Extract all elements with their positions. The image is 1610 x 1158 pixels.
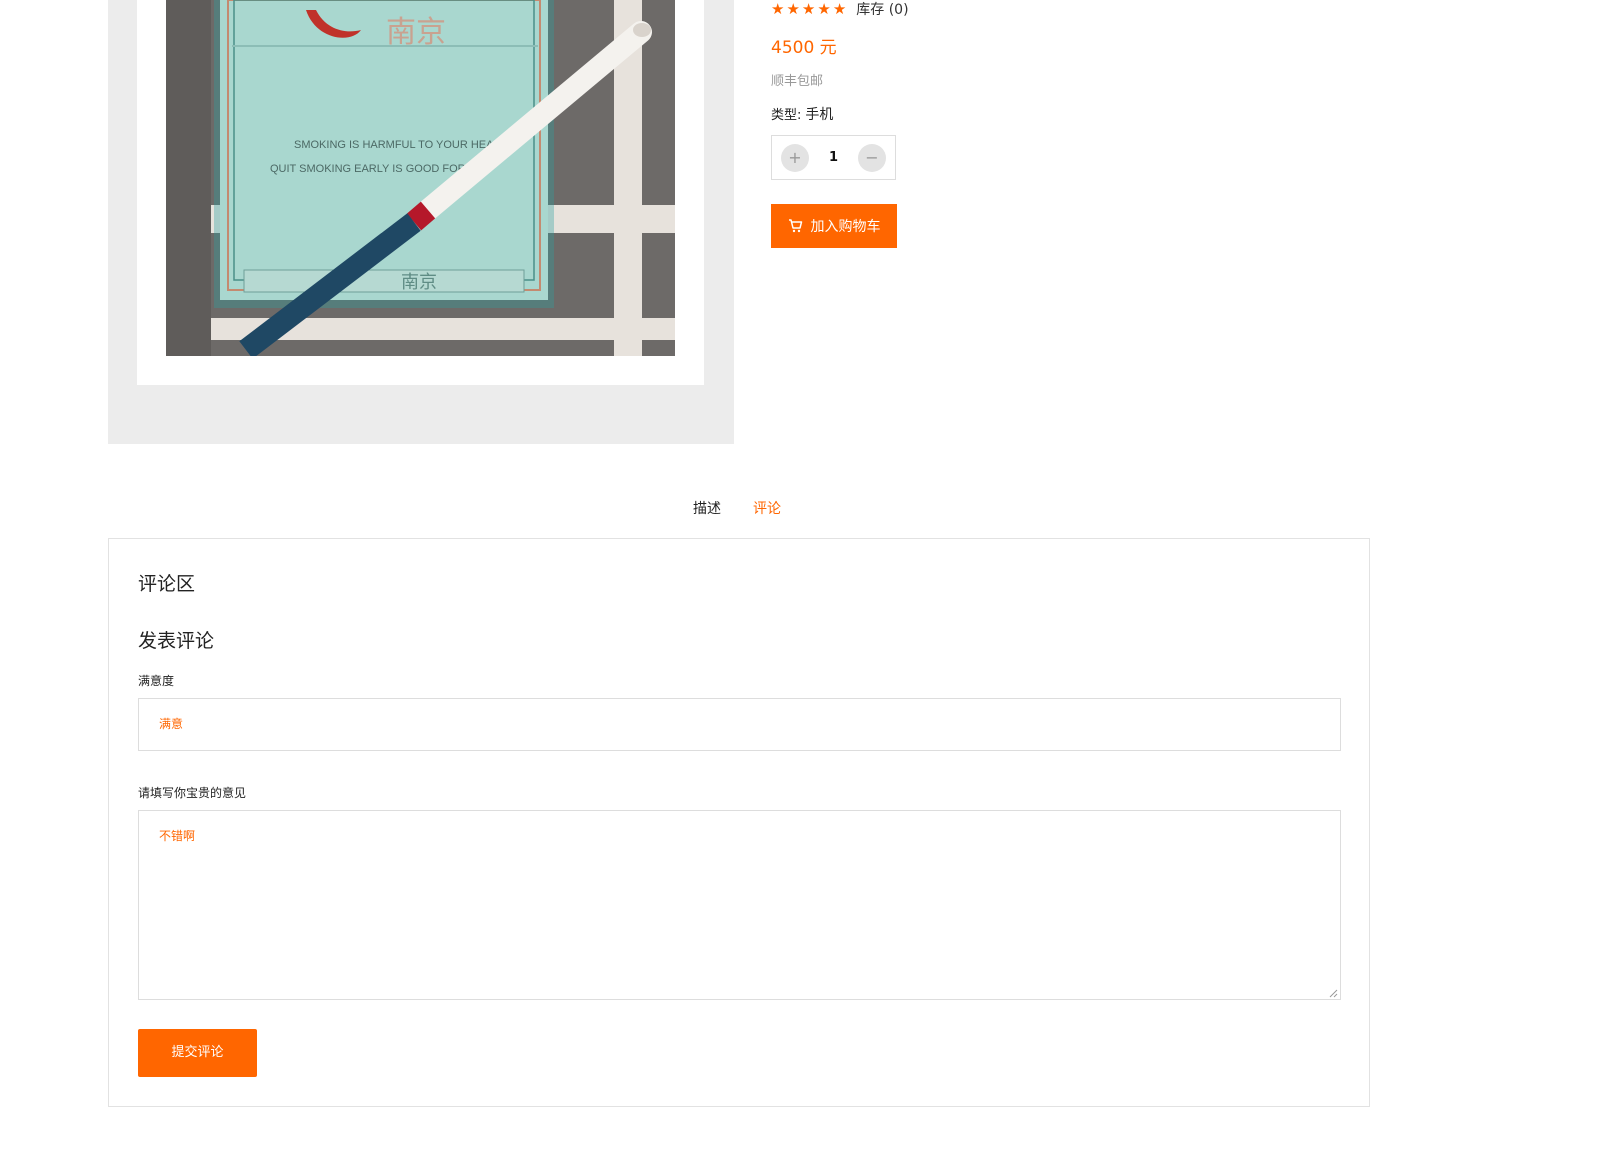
star-icon: ★: [771, 0, 785, 18]
opinion-label: 请填写你宝贵的意见: [138, 786, 247, 800]
review-form-title: 发表评论: [138, 630, 215, 652]
product-tabs: 描述 评论: [693, 498, 781, 518]
star-icon: ★: [786, 0, 800, 18]
stock-count: (0): [888, 2, 909, 18]
quantity-stepper: + 1 −: [771, 135, 896, 180]
type-label: 类型:: [771, 108, 802, 123]
star-icon: ★: [817, 0, 831, 18]
tab-reviews[interactable]: 评论: [753, 498, 781, 518]
product-image[interactable]: 南京 SMOKING IS HARMFUL TO YOUR HEALTH QUI…: [166, 0, 675, 356]
opinion-text: 不错啊: [159, 829, 196, 843]
add-to-cart-label: 加入购物车: [810, 219, 881, 235]
submit-review-button[interactable]: 提交评论: [138, 1029, 257, 1077]
satisfaction-select[interactable]: 满意: [138, 698, 1341, 751]
opinion-textarea[interactable]: 不错啊: [138, 810, 1341, 1000]
review-section-title: 评论区: [138, 573, 196, 595]
cart-icon: [788, 219, 803, 233]
shipping-info: 顺丰包邮: [771, 74, 824, 89]
product-type: 类型: 手机: [771, 104, 833, 124]
box-warning-line1: SMOKING IS HARMFUL TO YOUR HEALTH: [294, 139, 513, 151]
tab-description[interactable]: 描述: [693, 498, 721, 518]
product-price: 4500 元: [771, 38, 837, 58]
review-panel: 评论区 发表评论 满意度 满意 请填写你宝贵的意见 不错啊 提交评论: [108, 538, 1370, 1107]
star-icon: ★: [832, 0, 847, 18]
box-bottom-text: 南京: [401, 272, 437, 293]
quantity-input[interactable]: 1: [829, 150, 838, 165]
stock-label: 库存 (0): [856, 2, 909, 18]
increase-quantity-button[interactable]: +: [781, 143, 809, 172]
satisfaction-label: 满意度: [138, 674, 175, 688]
type-value: 手机: [805, 107, 834, 123]
resize-handle-icon[interactable]: [1328, 987, 1338, 998]
box-brand-text: 南京: [386, 15, 446, 50]
star-icon: ★: [801, 0, 816, 18]
rating-stars: ★ ★ ★ ★ ★: [771, 1, 846, 17]
rating-row: ★ ★ ★ ★ ★ 库存 (0): [771, 0, 909, 18]
decrease-quantity-button[interactable]: −: [857, 143, 886, 172]
add-to-cart-button[interactable]: 加入购物车: [771, 204, 897, 248]
